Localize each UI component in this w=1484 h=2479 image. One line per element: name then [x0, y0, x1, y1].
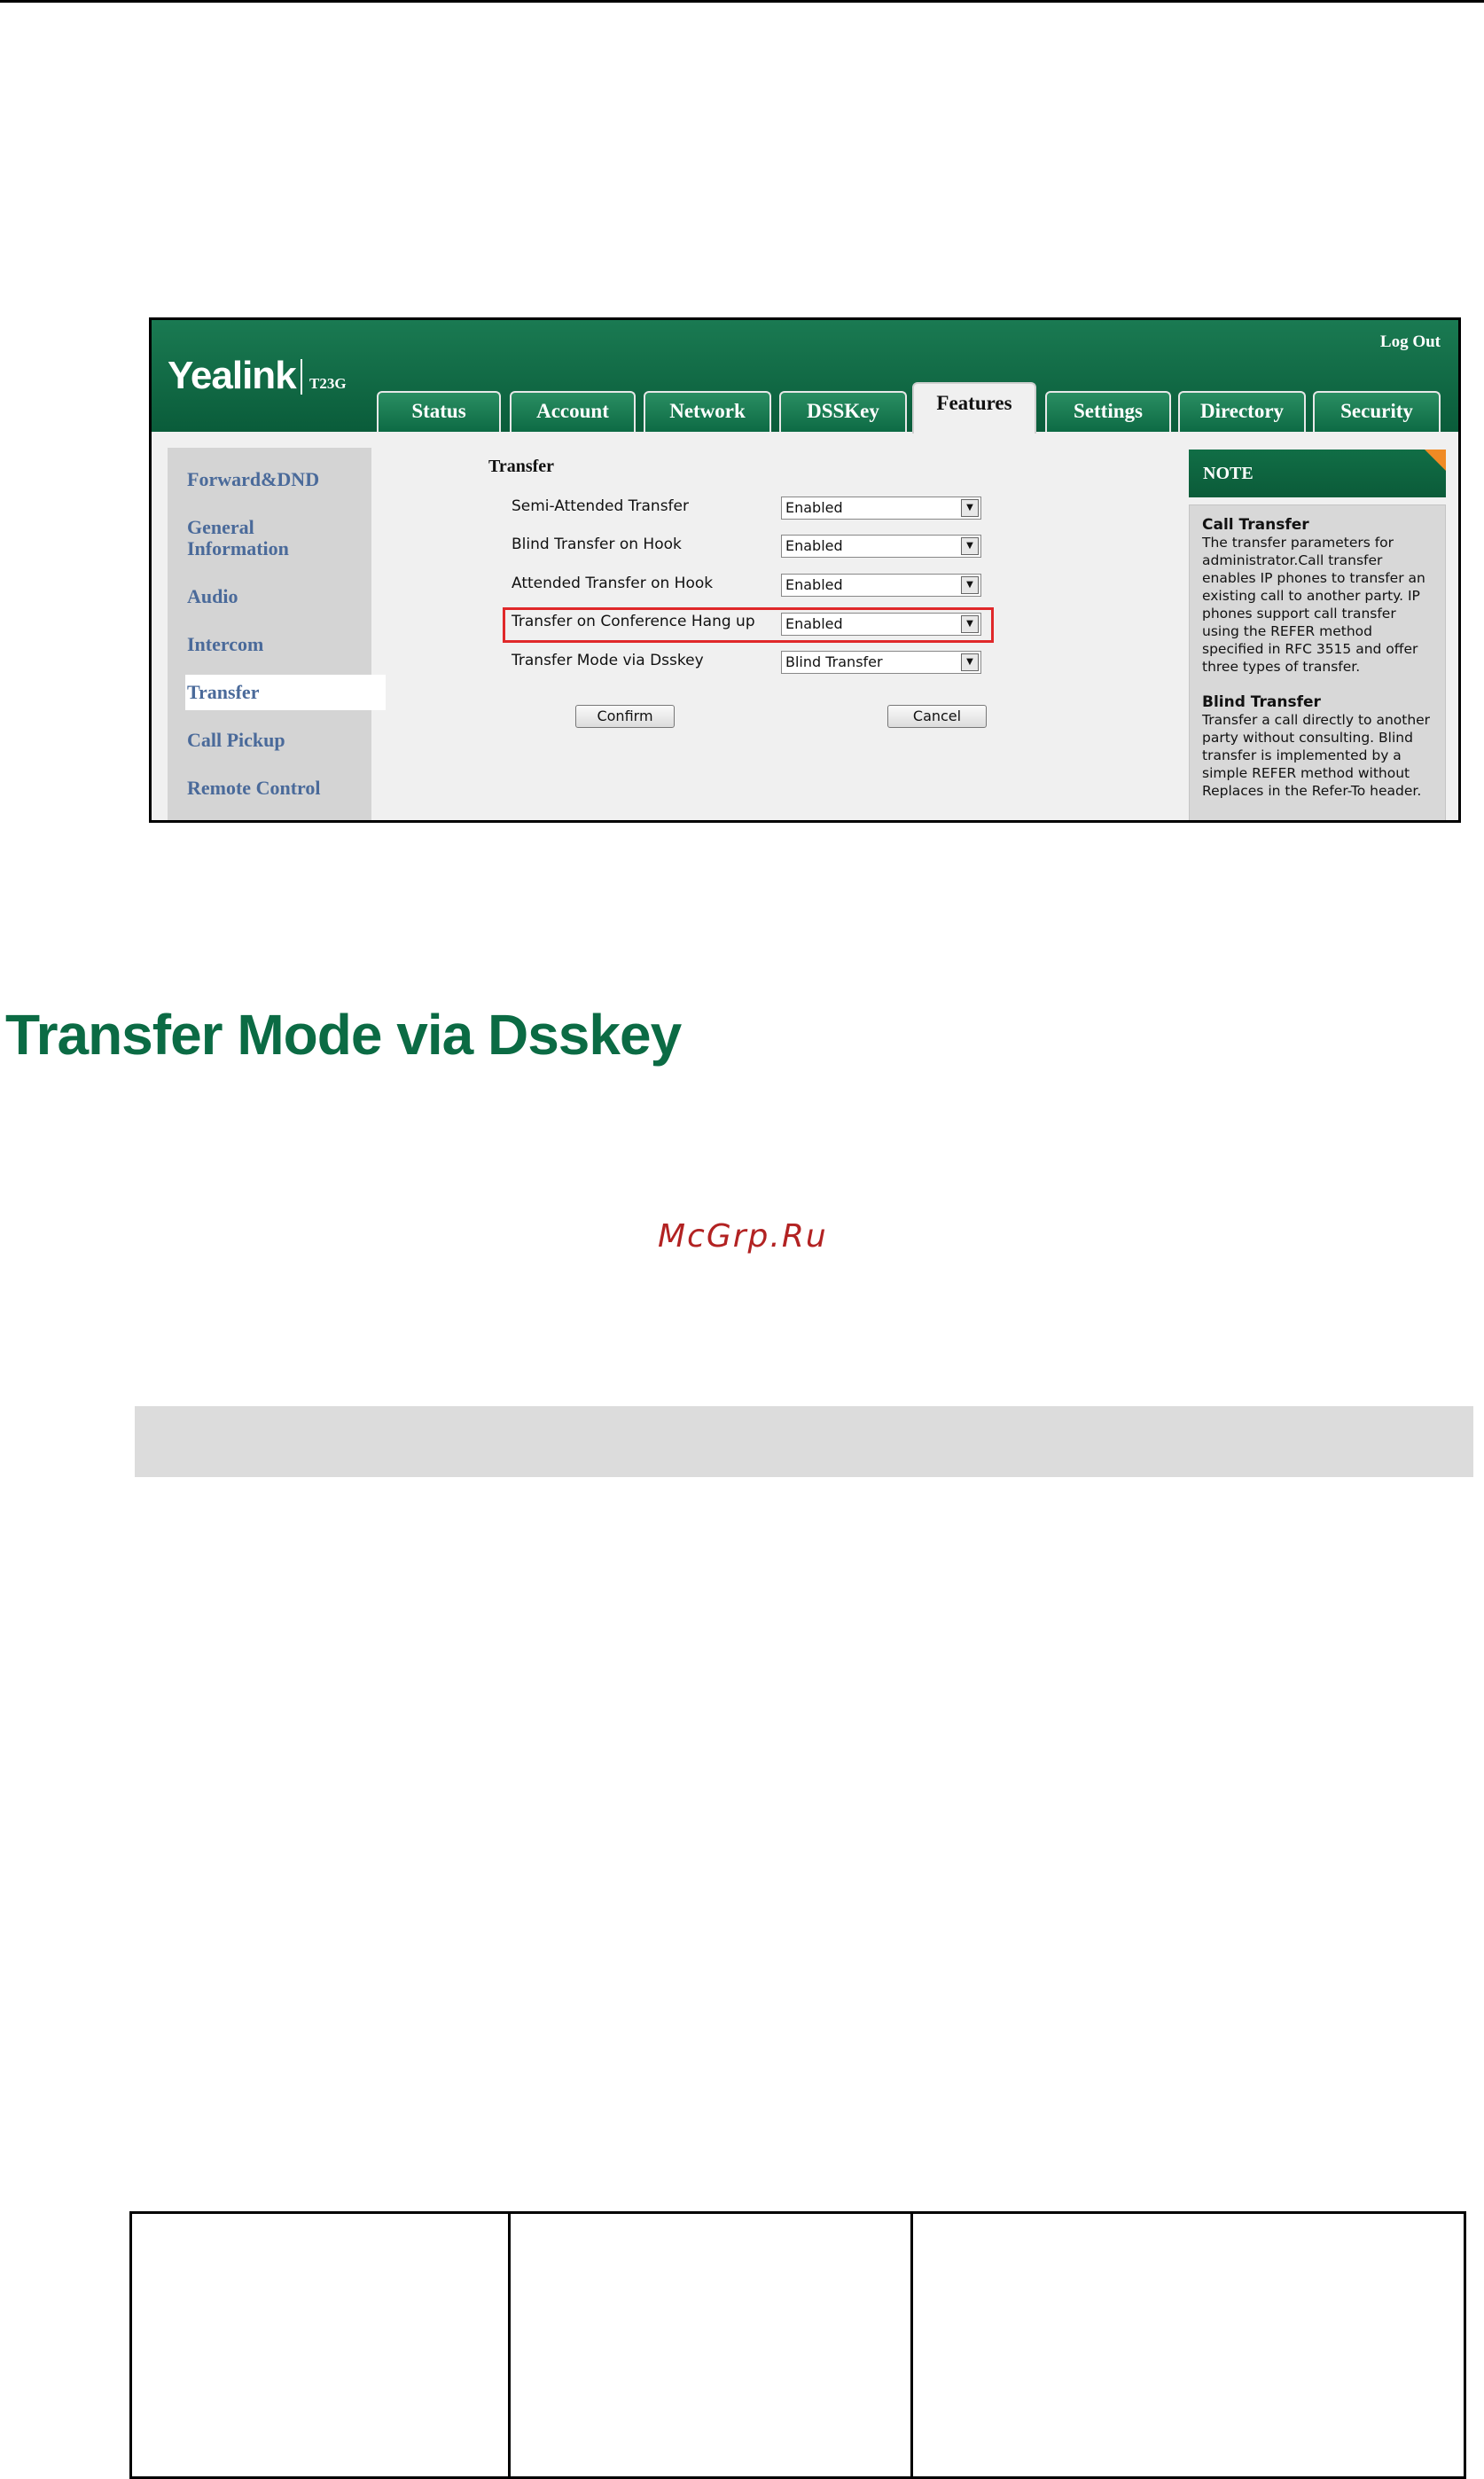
chevron-down-icon: ▼: [961, 576, 979, 594]
select-value: Enabled: [785, 537, 843, 554]
tab-settings[interactable]: Settings: [1045, 391, 1171, 432]
section-title: Transfer: [488, 457, 555, 476]
label-transfer-on-conference-hang-up: Transfer on Conference Hang up: [512, 613, 755, 630]
label-semi-attended-transfer: Semi-Attended Transfer: [512, 497, 689, 515]
tab-directory[interactable]: Directory: [1178, 391, 1306, 432]
logout-link[interactable]: Log Out: [1380, 332, 1441, 352]
sidebar-item-forward-dnd[interactable]: Forward&DND: [187, 469, 319, 490]
note-heading-blind-transfer: Blind Transfer: [1202, 693, 1321, 711]
confirm-button[interactable]: Confirm: [575, 705, 675, 728]
note-heading-call-transfer: Call Transfer: [1202, 516, 1309, 534]
model-label: T23G: [309, 375, 347, 392]
label-blind-transfer-on-hook: Blind Transfer on Hook: [512, 536, 682, 553]
tab-network[interactable]: Network: [644, 391, 771, 432]
chevron-down-icon: ▼: [961, 499, 979, 517]
chevron-down-icon: ▼: [961, 537, 979, 555]
sidebar-item-transfer[interactable]: Transfer: [187, 682, 259, 703]
sidebar-item-general-information[interactable]: General Information: [187, 517, 320, 559]
select-attended-transfer-on-hook[interactable]: Enabled ▼: [781, 574, 981, 597]
sidebar-item-audio[interactable]: Audio: [187, 586, 238, 607]
logo-separator: [301, 359, 302, 395]
select-value: Enabled: [785, 499, 843, 516]
section-heading: Transfer Mode via Dsskey: [5, 1003, 682, 1067]
web-ui-screenshot: Yealink T23G Log Out Status Account Netw…: [149, 317, 1461, 823]
sidebar-item-remote-control[interactable]: Remote Control: [187, 778, 321, 799]
note-header: NOTE: [1189, 450, 1446, 497]
brand-logo: Yealink: [168, 354, 297, 397]
table-column-divider: [508, 2214, 511, 2476]
top-rule: [0, 0, 1484, 3]
chevron-down-icon: ▼: [961, 653, 979, 671]
select-value: Blind Transfer: [785, 653, 883, 670]
select-semi-attended-transfer[interactable]: Enabled ▼: [781, 497, 981, 520]
tab-security[interactable]: Security: [1313, 391, 1441, 432]
watermark: McGrp.Ru: [658, 1218, 828, 1255]
note-title: NOTE: [1203, 464, 1254, 483]
select-value: Enabled: [785, 576, 843, 593]
tab-features[interactable]: Features: [912, 382, 1036, 434]
table-column-divider: [910, 2214, 913, 2476]
note-corner: [1425, 450, 1446, 471]
note-text-blind-transfer: Transfer a call directly to another part…: [1202, 712, 1431, 799]
chevron-down-icon: ▼: [961, 615, 979, 633]
note-panel: Call Transfer The transfer parameters fo…: [1189, 504, 1446, 820]
tab-account[interactable]: Account: [510, 391, 636, 432]
cancel-button[interactable]: Cancel: [887, 705, 987, 728]
parameter-table: [129, 2211, 1466, 2479]
label-attended-transfer-on-hook: Attended Transfer on Hook: [512, 575, 714, 592]
select-transfer-on-conference-hang-up[interactable]: Enabled ▼: [781, 613, 981, 636]
tab-dsskey[interactable]: DSSKey: [779, 391, 907, 432]
sidebar-item-intercom[interactable]: Intercom: [187, 634, 263, 655]
select-transfer-mode-via-dsskey[interactable]: Blind Transfer ▼: [781, 651, 981, 674]
grey-bar: [135, 1406, 1473, 1477]
select-blind-transfer-on-hook[interactable]: Enabled ▼: [781, 535, 981, 558]
sidebar-item-call-pickup[interactable]: Call Pickup: [187, 730, 285, 751]
label-transfer-mode-via-dsskey: Transfer Mode via Dsskey: [512, 652, 704, 669]
tab-status[interactable]: Status: [377, 391, 501, 432]
note-text-call-transfer: The transfer parameters for administrato…: [1202, 535, 1425, 675]
select-value: Enabled: [785, 615, 843, 632]
